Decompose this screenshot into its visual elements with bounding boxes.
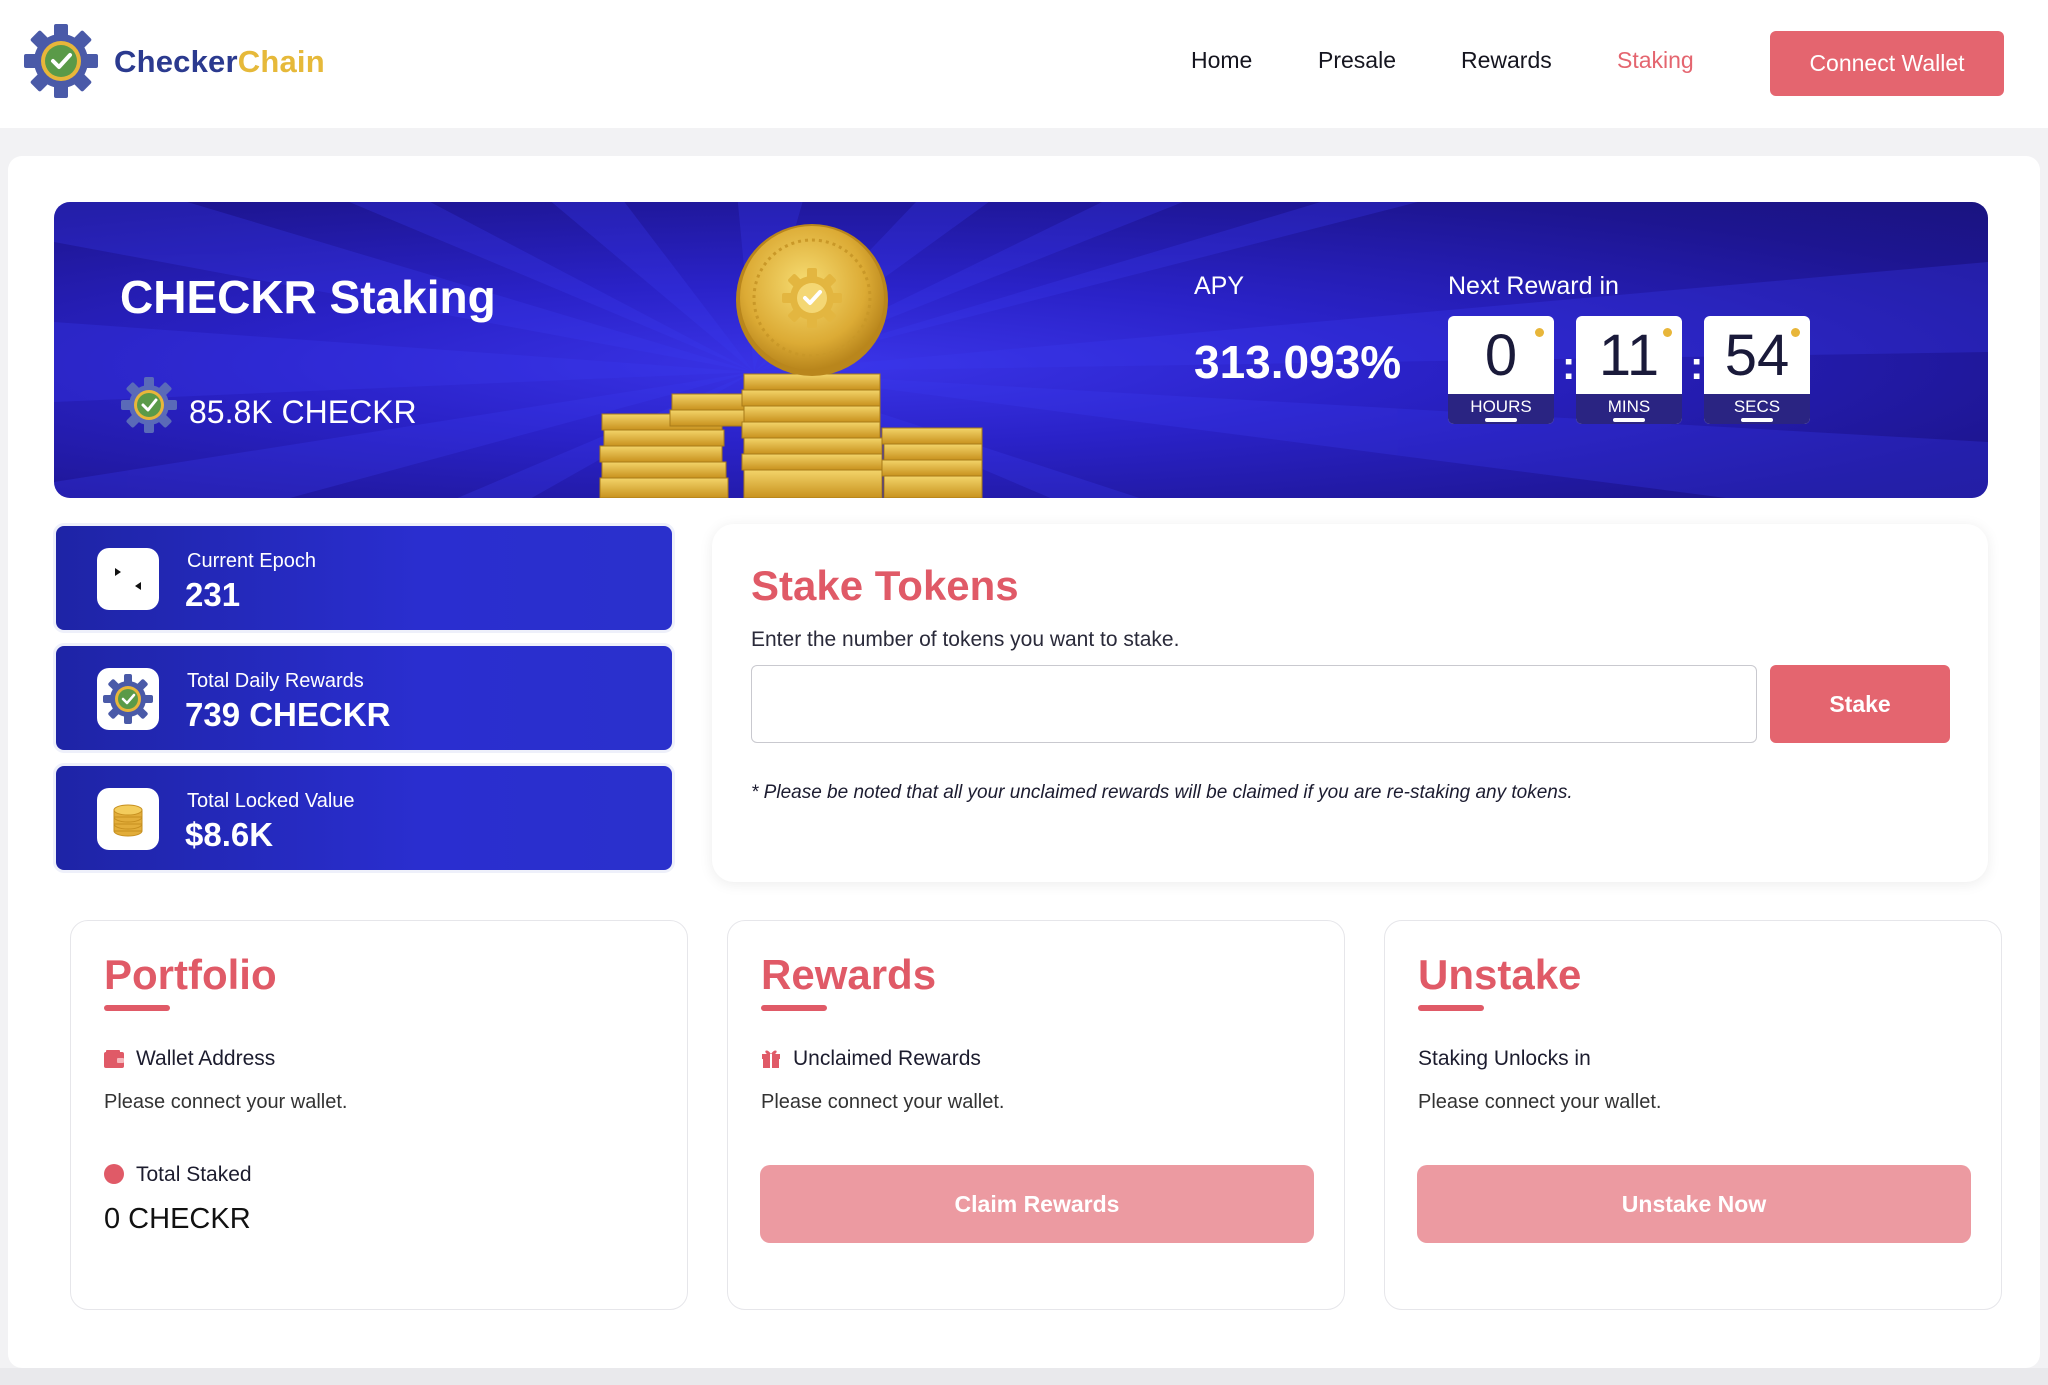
unstake-now-button[interactable]: Unstake Now bbox=[1417, 1165, 1971, 1243]
stake-amount-input[interactable] bbox=[751, 665, 1757, 743]
stat-label: Total Locked Value bbox=[187, 790, 355, 812]
coin-stack-icon bbox=[97, 788, 159, 850]
stat-label: Total Daily Rewards bbox=[187, 670, 364, 692]
timer-dot bbox=[1663, 328, 1672, 337]
stat-value: 231 bbox=[185, 576, 241, 613]
brand-part-1: Checker bbox=[114, 44, 238, 79]
stake-title: Stake Tokens bbox=[751, 562, 1019, 609]
nav-rewards[interactable]: Rewards bbox=[1461, 47, 1552, 74]
nav-presale[interactable]: Presale bbox=[1318, 47, 1396, 74]
gift-icon bbox=[762, 1050, 780, 1068]
stake-subtitle: Enter the number of tokens you want to s… bbox=[751, 628, 1180, 651]
stat-value: 739 CHECKR bbox=[185, 696, 391, 733]
rewards-status: Please connect your wallet. bbox=[761, 1091, 1005, 1113]
wallet-status: Please connect your wallet. bbox=[104, 1091, 348, 1113]
nav-home[interactable]: Home bbox=[1191, 47, 1252, 74]
rewards-card: Rewards Unclaimed Rewards Please connect… bbox=[727, 920, 1345, 1310]
wallet-address-label: Wallet Address bbox=[136, 1047, 276, 1070]
stat-total-daily-rewards: Total Daily Rewards 739 CHECKR bbox=[56, 646, 672, 750]
checkerchain-logo-icon[interactable] bbox=[24, 24, 98, 98]
portfolio-title: Portfolio bbox=[104, 951, 277, 998]
portfolio-card: Portfolio Wallet Address Please connect … bbox=[70, 920, 688, 1310]
timer-hours: 0 HOURS bbox=[1448, 316, 1554, 424]
timer-separator: : bbox=[1690, 344, 1704, 388]
next-reward-label: Next Reward in bbox=[1448, 272, 1619, 300]
unclaimed-rewards-row: Unclaimed Rewards bbox=[761, 1047, 981, 1071]
nav-staking[interactable]: Staking bbox=[1617, 47, 1694, 74]
dice-icon bbox=[97, 548, 159, 610]
timer-bar bbox=[1613, 418, 1645, 422]
timer-dot bbox=[1791, 328, 1800, 337]
top-navbar: CheckerChain Home Presale Rewards Stakin… bbox=[0, 0, 2048, 128]
title-underline bbox=[104, 1005, 170, 1011]
timer-separator: : bbox=[1562, 344, 1576, 388]
staking-unlocks-label: Staking Unlocks in bbox=[1418, 1047, 1591, 1070]
apy-label: APY bbox=[1194, 272, 1245, 300]
title-underline bbox=[1418, 1005, 1484, 1011]
stat-label: Current Epoch bbox=[187, 550, 316, 572]
stat-current-epoch: Current Epoch 231 bbox=[56, 526, 672, 630]
claim-rewards-button[interactable]: Claim Rewards bbox=[760, 1165, 1314, 1243]
total-staked-label: Total Staked bbox=[136, 1163, 252, 1186]
unstake-title: Unstake bbox=[1418, 951, 1582, 998]
timer-bar bbox=[1741, 418, 1773, 422]
timer-dot bbox=[1535, 328, 1544, 337]
stat-value: $8.6K bbox=[185, 816, 274, 853]
gold-coins-illustration bbox=[599, 224, 983, 498]
stat-total-locked-value: Total Locked Value $8.6K bbox=[56, 766, 672, 870]
stake-note: * Please be noted that all your unclaime… bbox=[751, 782, 1573, 803]
unclaimed-rewards-label: Unclaimed Rewards bbox=[793, 1047, 981, 1070]
title-underline bbox=[761, 1005, 827, 1011]
connect-wallet-button[interactable]: Connect Wallet bbox=[1770, 31, 2004, 96]
brand-part-2: Chain bbox=[237, 44, 325, 79]
brand-name[interactable]: CheckerChain bbox=[114, 44, 325, 80]
unstake-status: Please connect your wallet. bbox=[1418, 1091, 1662, 1113]
hero-title: CHECKR Staking bbox=[120, 271, 496, 323]
staking-hero-banner: CHECKR Staking 85.8K CHECKR APY 313.093%… bbox=[54, 202, 1988, 498]
total-staked-value: 0 CHECKR bbox=[104, 1203, 251, 1235]
timer-mins: 11 MINS bbox=[1576, 316, 1682, 424]
stake-tokens-card: Stake Tokens Enter the number of tokens … bbox=[712, 524, 1988, 882]
stake-button[interactable]: Stake bbox=[1770, 665, 1950, 743]
apy-value: 313.093% bbox=[1194, 336, 1402, 388]
total-staked-row: Total Staked bbox=[104, 1163, 252, 1187]
wallet-address-row: Wallet Address bbox=[104, 1047, 275, 1071]
timer-secs: 54 SECS bbox=[1704, 316, 1810, 424]
unstake-card: Unstake Staking Unlocks in Please connec… bbox=[1384, 920, 2002, 1310]
timer-bar bbox=[1485, 418, 1517, 422]
wallet-icon bbox=[104, 1050, 124, 1068]
rewards-title: Rewards bbox=[761, 951, 937, 998]
page-bottom-edge bbox=[0, 1368, 2048, 1385]
checkr-token-icon bbox=[121, 377, 177, 433]
hero-staked-amount: 85.8K CHECKR bbox=[189, 394, 417, 430]
checkr-gear-icon bbox=[97, 668, 159, 730]
red-dot-icon bbox=[104, 1164, 124, 1184]
